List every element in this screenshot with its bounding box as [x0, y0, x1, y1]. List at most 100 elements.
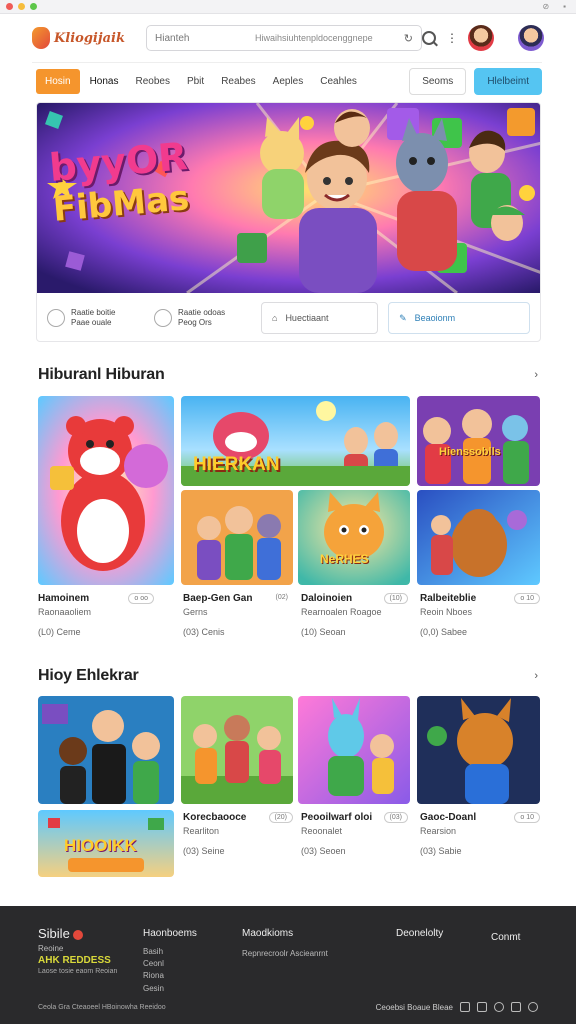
minimize-dot[interactable]: [18, 3, 25, 10]
nav-item[interactable]: Aeples: [273, 76, 304, 87]
tile-meta: (03) Seine: [183, 846, 225, 856]
game-tile[interactable]: [181, 490, 293, 585]
hero-action-2[interactable]: Raatie odoas Peog Ors: [154, 308, 261, 329]
hero-action-line: Raatie boitie: [71, 307, 116, 317]
footer-column-title: Haonboems: [143, 928, 197, 939]
game-tile[interactable]: [417, 490, 540, 585]
tile-caption: Ralbeiteblie Reoin Nboes (0,0) Sabee o 1…: [420, 593, 540, 637]
tile-art: [298, 490, 410, 585]
game-tile[interactable]: [38, 396, 174, 585]
game-tile[interactable]: [298, 696, 410, 804]
refresh-icon[interactable]: ↻: [404, 32, 413, 45]
window-chrome: ⊘ ▪: [0, 0, 576, 14]
tile-art: [181, 490, 293, 585]
nav-item[interactable]: Reobes: [135, 76, 169, 87]
hero-button-2[interactable]: ✎ Beaoionm: [388, 302, 530, 334]
footer-link[interactable]: Repnrecroolr Ascieanrnt: [242, 948, 328, 960]
game-tile[interactable]: NeRHES: [298, 490, 410, 585]
search-icon[interactable]: [422, 31, 436, 45]
hero-button-1[interactable]: ⌂ Huectiaant: [261, 302, 379, 334]
nav-item[interactable]: Honas: [90, 76, 119, 87]
section-title: Hiburanl Hiburan: [38, 366, 165, 383]
hero-action-line: Raatie odoas: [178, 307, 226, 317]
footer-column-title: Deonelolty: [396, 928, 444, 939]
leaf-icon: [154, 309, 172, 327]
chrome-control-icon[interactable]: ▪: [563, 2, 566, 11]
tile-meta: (03) Cenis: [183, 627, 225, 637]
footer-link[interactable]: Basih: [143, 946, 197, 958]
hero-actions: Raatie boitie Paae ouale Raatie odoas Peog…: [37, 293, 540, 341]
game-tile-banner[interactable]: HIERKAN: [181, 396, 410, 486]
tile-badge: o 10: [514, 812, 540, 823]
site-logo[interactable]: Kliogijaik: [32, 27, 132, 49]
footer-link[interactable]: Riona: [143, 970, 197, 982]
search-hint: Hiwaihsiuhtenpldocenggnepe: [255, 33, 373, 43]
section-more-icon[interactable]: ›: [534, 369, 538, 381]
kebab-icon[interactable]: ⋮: [446, 31, 458, 45]
logo-text: Kliogijaik: [54, 30, 125, 46]
footer-column: Maodkioms Repnrecroolr Ascieanrnt: [242, 926, 328, 960]
tile-caption: Korecbaooce Rearliton (03) Seine (20): [183, 812, 293, 856]
hero-action-line: Paae ouale: [71, 318, 112, 327]
circle-icon[interactable]: [494, 1002, 504, 1012]
tile-art: [38, 396, 174, 585]
tile-caption: Daloinoien Rearnoalen Roagoe (10) Seoan …: [301, 593, 408, 637]
primary-button[interactable]: Hlelbeimt: [474, 68, 542, 95]
tile-caption: Gaoc-Doanl Rearsion (03) Sabie o 10: [420, 812, 540, 856]
section-more-icon[interactable]: ›: [534, 670, 538, 682]
footer-brand-tag: Laose tosie eaom Reoian: [38, 968, 118, 975]
avatar[interactable]: [468, 25, 494, 51]
hero-banner[interactable]: byyOR FibMas: [37, 103, 540, 293]
camera-icon[interactable]: [511, 1002, 521, 1012]
hero-title: byyOR FibMas: [48, 134, 193, 230]
tile-meta: (10) Seoan: [301, 627, 346, 637]
tile-badge: o 10: [514, 593, 540, 604]
tile-badge: o oo: [128, 593, 154, 604]
tile-art: [298, 696, 410, 804]
hero-button-label: Beaoionm: [414, 313, 456, 323]
tile-meta: (L0) Ceme: [38, 627, 81, 637]
search-bar[interactable]: Hianteh Hiwaihsiuhtenpldocenggnepe ↻: [146, 25, 422, 51]
footer-links[interactable]: Ceoebsi Boaue Bleae: [376, 1003, 453, 1012]
chrome-control-icon[interactable]: ⊘: [542, 2, 549, 11]
footer-brand-sub: Reoine: [38, 944, 64, 953]
footer-link[interactable]: Gesin: [143, 983, 197, 995]
pencil-icon: ✎: [399, 312, 407, 323]
game-tile[interactable]: Hienssoblls: [417, 396, 540, 486]
tile-subtitle: Rearliton: [183, 826, 220, 836]
hero-action-1[interactable]: Raatie boitie Paae ouale: [47, 308, 154, 329]
nav-item[interactable]: Ceahles: [320, 76, 357, 87]
tile-subtitle: Gerns: [183, 607, 208, 617]
tile-subtitle: Rearnoalen Roagoe: [301, 607, 382, 617]
hero-button-label: Huectiaant: [285, 313, 329, 323]
grid-icon[interactable]: [460, 1002, 470, 1012]
footer-column: Haonboems Basih Ceonl Riona Gesin: [143, 926, 197, 995]
nav-item-active[interactable]: Hosin: [36, 69, 80, 94]
secondary-button[interactable]: Seoms: [409, 68, 467, 95]
maximize-dot[interactable]: [30, 3, 37, 10]
tile-caption: Baep-Gen Gan Gerns (03) Cenis (02): [183, 593, 293, 637]
game-tile[interactable]: [181, 696, 293, 804]
brand-mark-icon: [73, 929, 84, 940]
nav-item[interactable]: Pbit: [187, 76, 204, 87]
hero-card: byyOR FibMas Raatie boitie Paae ouale Raa…: [36, 102, 541, 342]
close-dot[interactable]: [6, 3, 13, 10]
avatar[interactable]: [518, 25, 544, 51]
game-tile[interactable]: [417, 696, 540, 804]
footer-brand: Sibile Reoine AHK REDDESS Laose tosie ea…: [38, 926, 117, 975]
tile-meta: (03) Sabie: [420, 846, 462, 856]
tile-meta: (0,0) Sabee: [420, 627, 468, 637]
game-tile-banner[interactable]: HIOOIKK: [38, 810, 174, 877]
tile-subtitle: Raonaaoliem: [38, 607, 92, 617]
tile-badge: (02): [275, 594, 288, 601]
tile-badge: (10): [383, 593, 408, 604]
nav-item[interactable]: Reabes: [221, 76, 255, 87]
footer-link[interactable]: Ceonl: [143, 958, 197, 970]
game-tile[interactable]: [38, 696, 174, 804]
footer-column: Deonelolty: [396, 926, 443, 946]
mail-icon[interactable]: [477, 1002, 487, 1012]
search-placeholder: Hianteh: [155, 32, 190, 44]
globe-icon[interactable]: [528, 1002, 538, 1012]
footer-column: Conmt: [491, 930, 520, 950]
tile-text: Hienssoblls: [439, 446, 501, 458]
